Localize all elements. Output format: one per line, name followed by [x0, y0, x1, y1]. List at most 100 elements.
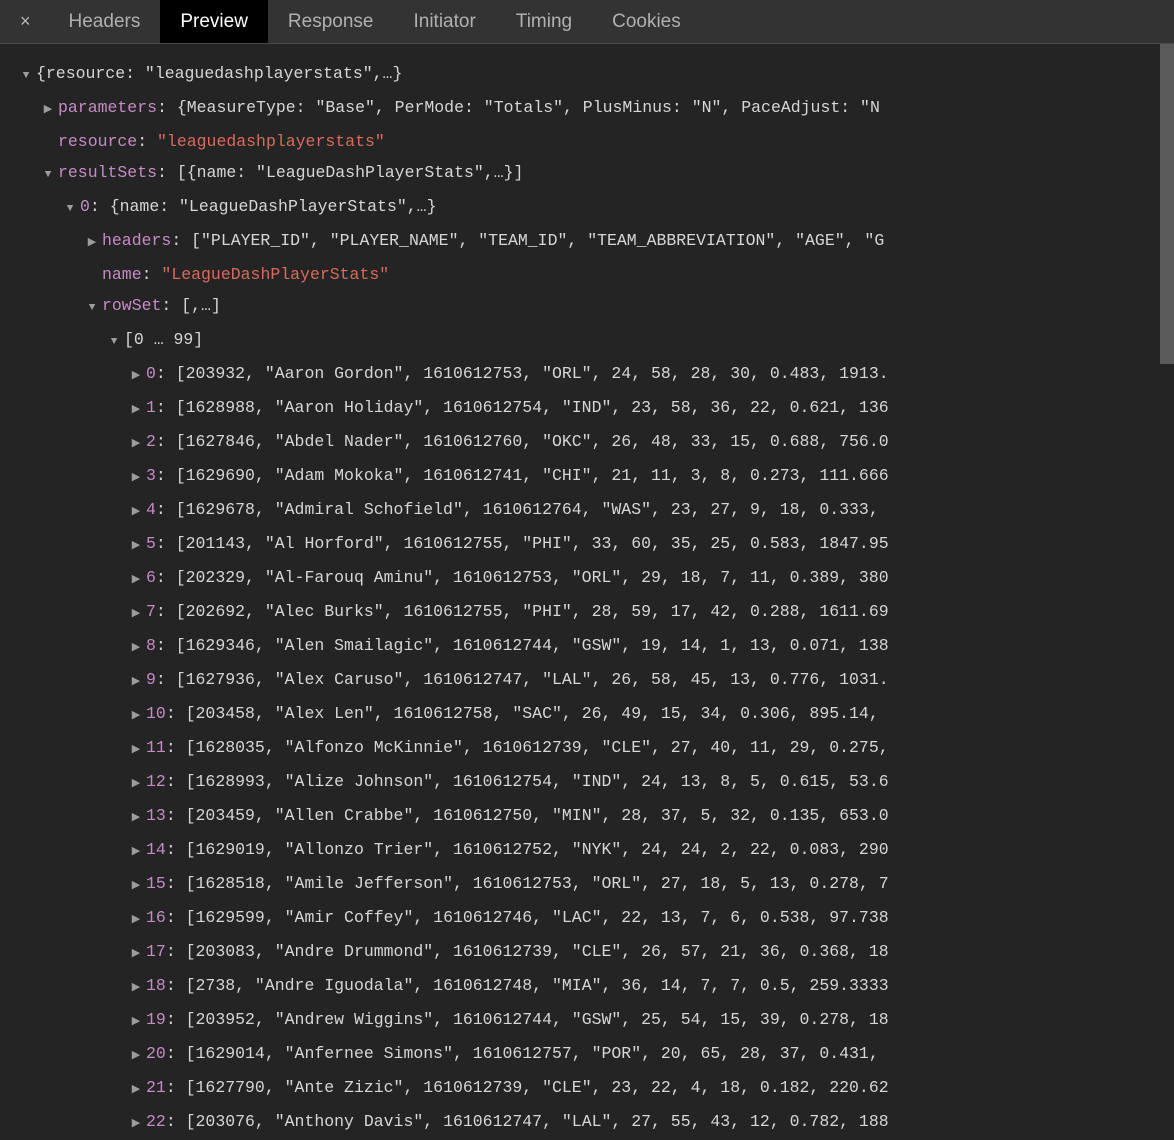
json-key: 3 — [146, 466, 156, 485]
expand-icon[interactable] — [86, 293, 98, 324]
json-key: 0 — [80, 197, 90, 216]
json-row[interactable]: 3: [1629690, "Adam Mokoka", 1610612741, … — [0, 460, 1174, 494]
tab-initiator[interactable]: Initiator — [393, 0, 495, 43]
json-row[interactable]: 17: [203083, "Andre Drummond", 161061273… — [0, 936, 1174, 970]
json-key: 20 — [146, 1044, 166, 1063]
json-root[interactable]: {resource: "leaguedashplayerstats",…} — [0, 58, 1174, 92]
close-icon[interactable]: × — [0, 11, 49, 32]
json-preview: [202329, "Al-Farouq Aminu", 1610612753, … — [176, 568, 889, 587]
json-preview: [1627790, "Ante Zizic", 1610612739, "CLE… — [186, 1078, 889, 1097]
json-row[interactable]: 15: [1628518, "Amile Jefferson", 1610612… — [0, 868, 1174, 902]
expand-icon[interactable] — [130, 871, 142, 902]
expand-icon[interactable] — [130, 395, 142, 426]
json-preview: [1629599, "Amir Coffey", 1610612746, "LA… — [186, 908, 889, 927]
expand-icon[interactable] — [130, 1109, 142, 1140]
json-row[interactable]: 1: [1628988, "Aaron Holiday", 1610612754… — [0, 392, 1174, 426]
expand-icon[interactable] — [130, 1041, 142, 1072]
json-row[interactable]: 19: [203952, "Andrew Wiggins", 161061274… — [0, 1004, 1174, 1038]
json-node-headers[interactable]: headers: ["PLAYER_ID", "PLAYER_NAME", "T… — [0, 225, 1174, 259]
tab-bar: × Headers Preview Response Initiator Tim… — [0, 0, 1174, 44]
expand-icon[interactable] — [130, 1007, 142, 1038]
json-preview: [1628518, "Amile Jefferson", 1610612753,… — [186, 874, 889, 893]
json-node-resource[interactable]: resource: "leaguedashplayerstats" — [0, 126, 1174, 157]
json-key: rowSet — [102, 296, 161, 315]
json-row[interactable]: 21: [1627790, "Ante Zizic", 1610612739, … — [0, 1072, 1174, 1106]
json-preview: [1627936, "Alex Caruso", 1610612747, "LA… — [176, 670, 889, 689]
json-key: 5 — [146, 534, 156, 553]
expand-icon[interactable] — [130, 973, 142, 1004]
preview-content: {resource: "leaguedashplayerstats",…} pa… — [0, 44, 1174, 1140]
tab-headers[interactable]: Headers — [49, 0, 161, 43]
expand-icon[interactable] — [130, 463, 142, 494]
json-key: 7 — [146, 602, 156, 621]
json-row[interactable]: 20: [1629014, "Anfernee Simons", 1610612… — [0, 1038, 1174, 1072]
json-node-resultsets-0[interactable]: 0: {name: "LeagueDashPlayerStats",…} — [0, 191, 1174, 225]
expand-icon[interactable] — [130, 429, 142, 460]
tab-timing[interactable]: Timing — [496, 0, 592, 43]
json-row[interactable]: 14: [1629019, "Allonzo Trier", 161061275… — [0, 834, 1174, 868]
json-key: 9 — [146, 670, 156, 689]
expand-icon[interactable] — [86, 228, 98, 259]
json-key: 17 — [146, 942, 166, 961]
json-node-bucket[interactable]: [0 … 99] — [0, 324, 1174, 358]
json-preview: {MeasureType: "Base", PerMode: "Totals",… — [177, 98, 880, 117]
json-key: 14 — [146, 840, 166, 859]
expand-icon[interactable] — [130, 735, 142, 766]
tab-response[interactable]: Response — [268, 0, 394, 43]
expand-icon[interactable] — [130, 633, 142, 664]
expand-icon[interactable] — [130, 803, 142, 834]
json-node-parameters[interactable]: parameters: {MeasureType: "Base", PerMod… — [0, 92, 1174, 126]
tab-preview[interactable]: Preview — [160, 0, 268, 43]
expand-icon[interactable] — [108, 327, 120, 358]
json-key: 11 — [146, 738, 166, 757]
json-row[interactable]: 9: [1627936, "Alex Caruso", 1610612747, … — [0, 664, 1174, 698]
json-preview: [1628988, "Aaron Holiday", 1610612754, "… — [176, 398, 889, 417]
json-row[interactable]: 12: [1628993, "Alize Johnson", 161061275… — [0, 766, 1174, 800]
json-row[interactable]: 2: [1627846, "Abdel Nader", 1610612760, … — [0, 426, 1174, 460]
expand-icon[interactable] — [130, 361, 142, 392]
expand-icon[interactable] — [42, 95, 54, 126]
expand-icon[interactable] — [130, 905, 142, 936]
expand-icon[interactable] — [130, 701, 142, 732]
tab-cookies[interactable]: Cookies — [592, 0, 701, 43]
json-preview: [203459, "Allen Crabbe", 1610612750, "MI… — [186, 806, 889, 825]
json-key: 2 — [146, 432, 156, 451]
expand-icon[interactable] — [130, 939, 142, 970]
json-node-rowset[interactable]: rowSet: [,…] — [0, 290, 1174, 324]
expand-icon[interactable] — [130, 497, 142, 528]
json-preview: [1628993, "Alize Johnson", 1610612754, "… — [186, 772, 889, 791]
json-row[interactable]: 5: [201143, "Al Horford", 1610612755, "P… — [0, 528, 1174, 562]
json-preview: [1627846, "Abdel Nader", 1610612760, "OK… — [176, 432, 889, 451]
expand-icon[interactable] — [130, 1075, 142, 1106]
json-row[interactable]: 11: [1628035, "Alfonzo McKinnie", 161061… — [0, 732, 1174, 766]
json-row[interactable]: 0: [203932, "Aaron Gordon", 1610612753, … — [0, 358, 1174, 392]
json-value: "leaguedashplayerstats" — [157, 132, 385, 151]
json-preview: [{name: "LeagueDashPlayerStats",…}] — [177, 163, 524, 182]
expand-icon[interactable] — [20, 61, 32, 92]
json-row[interactable]: 13: [203459, "Allen Crabbe", 1610612750,… — [0, 800, 1174, 834]
expand-icon[interactable] — [130, 599, 142, 630]
json-key: 12 — [146, 772, 166, 791]
expand-icon[interactable] — [130, 667, 142, 698]
json-node-resultsets[interactable]: resultSets: [{name: "LeagueDashPlayerSta… — [0, 157, 1174, 191]
json-row[interactable]: 10: [203458, "Alex Len", 1610612758, "SA… — [0, 698, 1174, 732]
expand-icon[interactable] — [130, 565, 142, 596]
json-row[interactable]: 22: [203076, "Anthony Davis", 1610612747… — [0, 1106, 1174, 1140]
expand-icon[interactable] — [64, 194, 76, 225]
json-preview: [1629019, "Allonzo Trier", 1610612752, "… — [186, 840, 889, 859]
json-row[interactable]: 6: [202329, "Al-Farouq Aminu", 161061275… — [0, 562, 1174, 596]
json-row[interactable]: 18: [2738, "Andre Iguodala", 1610612748,… — [0, 970, 1174, 1004]
json-row[interactable]: 7: [202692, "Alec Burks", 1610612755, "P… — [0, 596, 1174, 630]
expand-icon[interactable] — [130, 531, 142, 562]
json-preview: [203083, "Andre Drummond", 1610612739, "… — [186, 942, 889, 961]
json-row[interactable]: 16: [1629599, "Amir Coffey", 1610612746,… — [0, 902, 1174, 936]
scrollbar[interactable] — [1160, 44, 1174, 364]
json-row[interactable]: 8: [1629346, "Alen Smailagic", 161061274… — [0, 630, 1174, 664]
json-node-name[interactable]: name: "LeagueDashPlayerStats" — [0, 259, 1174, 290]
expand-icon[interactable] — [42, 160, 54, 191]
expand-icon[interactable] — [130, 769, 142, 800]
json-row[interactable]: 4: [1629678, "Admiral Schofield", 161061… — [0, 494, 1174, 528]
json-key: headers — [102, 231, 171, 250]
json-key: 8 — [146, 636, 156, 655]
expand-icon[interactable] — [130, 837, 142, 868]
